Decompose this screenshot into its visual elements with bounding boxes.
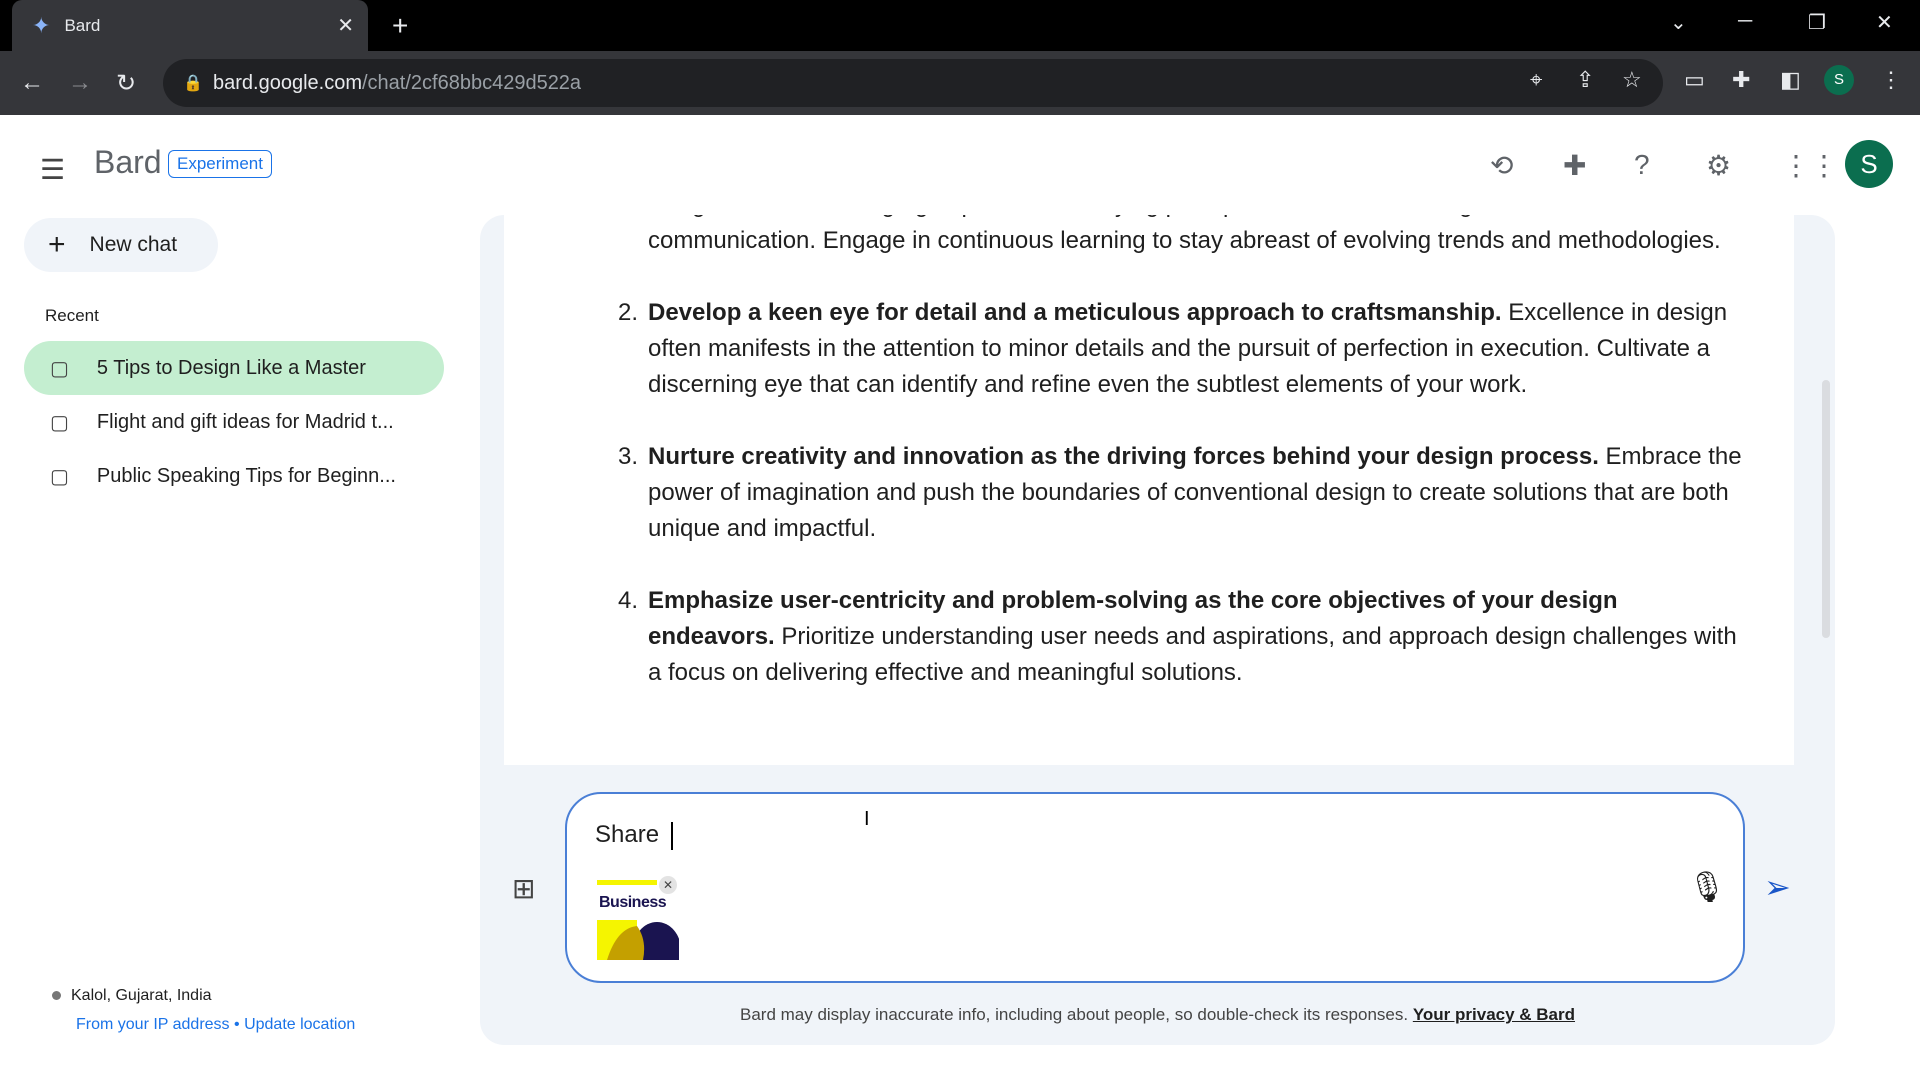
- scrollbar[interactable]: [1822, 380, 1830, 638]
- prompt-input[interactable]: Share ✕ Business: [565, 792, 1745, 983]
- apps-grid-icon[interactable]: ⋮⋮: [1782, 149, 1838, 182]
- item-number: 2.: [618, 299, 639, 326]
- disclaimer-text: Bard may display inaccurate info, includ…: [739, 1005, 1413, 1024]
- side-panel-icon[interactable]: ◧: [1780, 67, 1801, 93]
- response-item: design lies in a thorough grasp of the u…: [648, 215, 1748, 259]
- recent-chat-item[interactable]: ▢ Flight and gift ideas for Madrid t...: [24, 395, 444, 449]
- bookmark-star-icon[interactable]: ☆: [1622, 67, 1642, 93]
- tab-search-icon[interactable]: ⌄: [1670, 10, 1687, 35]
- send-icon[interactable]: ➢: [1764, 868, 1791, 906]
- remove-attachment-icon[interactable]: ✕: [659, 876, 677, 894]
- attachment-label: Business: [599, 894, 667, 911]
- browser-tab[interactable]: ✦ Bard ✕: [12, 0, 368, 51]
- privacy-link[interactable]: Your privacy & Bard: [1413, 1005, 1575, 1024]
- location-name: Kalol, Gujarat, India: [71, 987, 212, 1004]
- browser-tab-bar: ✦ Bard ✕ + ⌄ ─ ❐ ✕: [0, 0, 1920, 51]
- text-cursor-icon: I: [864, 808, 870, 830]
- location-blocked-icon[interactable]: ⌖: [1530, 67, 1542, 93]
- location-text: Kalol, Gujarat, India: [52, 987, 212, 1005]
- url-host: bard.google.com: [213, 71, 362, 94]
- app-logo: Bard: [94, 144, 162, 180]
- recent-chat-item[interactable]: ▢ 5 Tips to Design Like a Master: [24, 341, 444, 395]
- recent-chat-item[interactable]: ▢ Public Speaking Tips for Beginn...: [24, 449, 444, 503]
- upload-image-icon[interactable]: ⊞: [512, 872, 535, 905]
- extensions-puzzle-icon[interactable]: ✚: [1732, 67, 1750, 93]
- avatar[interactable]: S: [1845, 140, 1893, 188]
- lock-icon: 🔒: [183, 75, 203, 92]
- share-icon[interactable]: ⇪: [1576, 67, 1594, 93]
- extensions-icon[interactable]: ✚: [1563, 149, 1586, 182]
- response-item: 3. Nurture creativity and innovation as t…: [618, 439, 1748, 547]
- attachment-stripe: [597, 880, 657, 885]
- close-window-button[interactable]: ✕: [1876, 10, 1893, 35]
- address-toolbar: ← → ↻ 🔒 bard.google.com/chat/2cf68bbc429d…: [0, 51, 1920, 115]
- image-attachment[interactable]: ✕ Business: [597, 876, 679, 966]
- new-chat-button[interactable]: + New chat: [24, 218, 218, 272]
- location-links: From your IP address • Update location: [76, 1016, 355, 1034]
- location-dot-icon: [52, 991, 61, 1000]
- chat-bubble-icon: ▢: [50, 411, 69, 434]
- item-text: communication. Engage in continuous lear…: [648, 227, 1721, 254]
- response-panel: design lies in a thorough grasp of the u…: [504, 215, 1794, 765]
- close-tab-icon[interactable]: ✕: [337, 13, 354, 38]
- back-icon[interactable]: ←: [20, 69, 44, 97]
- chat-bubble-icon: ▢: [50, 357, 69, 380]
- microphone-icon[interactable]: 🎙: [1688, 870, 1726, 905]
- new-tab-button[interactable]: +: [392, 10, 408, 42]
- disclaimer: Bard may display inaccurate info, includ…: [480, 1005, 1835, 1025]
- item-heading: Develop a keen eye for detail and a meti…: [648, 299, 1502, 326]
- chat-title: Flight and gift ideas for Madrid t...: [96, 410, 394, 433]
- forward-icon[interactable]: →: [68, 69, 92, 97]
- tab-title: Bard: [64, 15, 101, 35]
- ip-address-link[interactable]: From your IP address: [76, 1016, 230, 1033]
- settings-gear-icon[interactable]: ⚙: [1706, 149, 1731, 182]
- new-chat-label: New chat: [89, 233, 178, 256]
- cut-off-line: design lies in a thorough grasp of the u…: [648, 215, 1748, 223]
- app-header: ☰ Bard Experiment ⟲ ✚ ? ⚙ ⋮⋮ S: [0, 115, 1920, 215]
- profile-avatar[interactable]: S: [1824, 65, 1854, 95]
- recent-heading: Recent: [45, 306, 99, 325]
- prompt-text: Share: [595, 821, 666, 848]
- bard-sparkle-icon: ✦: [32, 12, 51, 38]
- reload-icon[interactable]: ↻: [116, 69, 136, 98]
- minimize-button[interactable]: ─: [1738, 10, 1752, 33]
- item-number: 3.: [618, 443, 639, 470]
- separator: •: [234, 1016, 240, 1033]
- address-bar[interactable]: 🔒 bard.google.com/chat/2cf68bbc429d522a: [163, 59, 1663, 107]
- url-path: /chat/2cf68bbc429d522a: [361, 71, 582, 94]
- plus-icon: +: [48, 228, 66, 261]
- extension-alert-icon[interactable]: ▭: [1684, 67, 1705, 93]
- chat-bubble-icon: ▢: [50, 465, 69, 488]
- hamburger-menu-icon[interactable]: ☰: [40, 153, 65, 186]
- history-icon[interactable]: ⟲: [1490, 149, 1513, 182]
- update-location-link[interactable]: Update location: [244, 1016, 355, 1033]
- item-heading: Nurture creativity and innovation as the…: [648, 443, 1599, 470]
- chat-title: 5 Tips to Design Like a Master: [96, 356, 366, 379]
- experiment-badge: Experiment: [168, 150, 272, 178]
- response-item: 4. Emphasize user-centricity and problem-…: [618, 583, 1748, 691]
- attachment-artwork: [597, 920, 679, 960]
- chat-title: Public Speaking Tips for Beginn...: [96, 464, 396, 487]
- response-item: 2. Develop a keen eye for detail and a me…: [618, 295, 1748, 403]
- more-menu-icon[interactable]: ⋮: [1880, 67, 1902, 93]
- item-number: 4.: [618, 587, 639, 614]
- help-icon[interactable]: ?: [1634, 149, 1650, 181]
- restore-button[interactable]: ❐: [1808, 10, 1826, 35]
- text-caret: [670, 821, 673, 850]
- item-text: Prioritize understanding user needs and …: [648, 623, 1737, 686]
